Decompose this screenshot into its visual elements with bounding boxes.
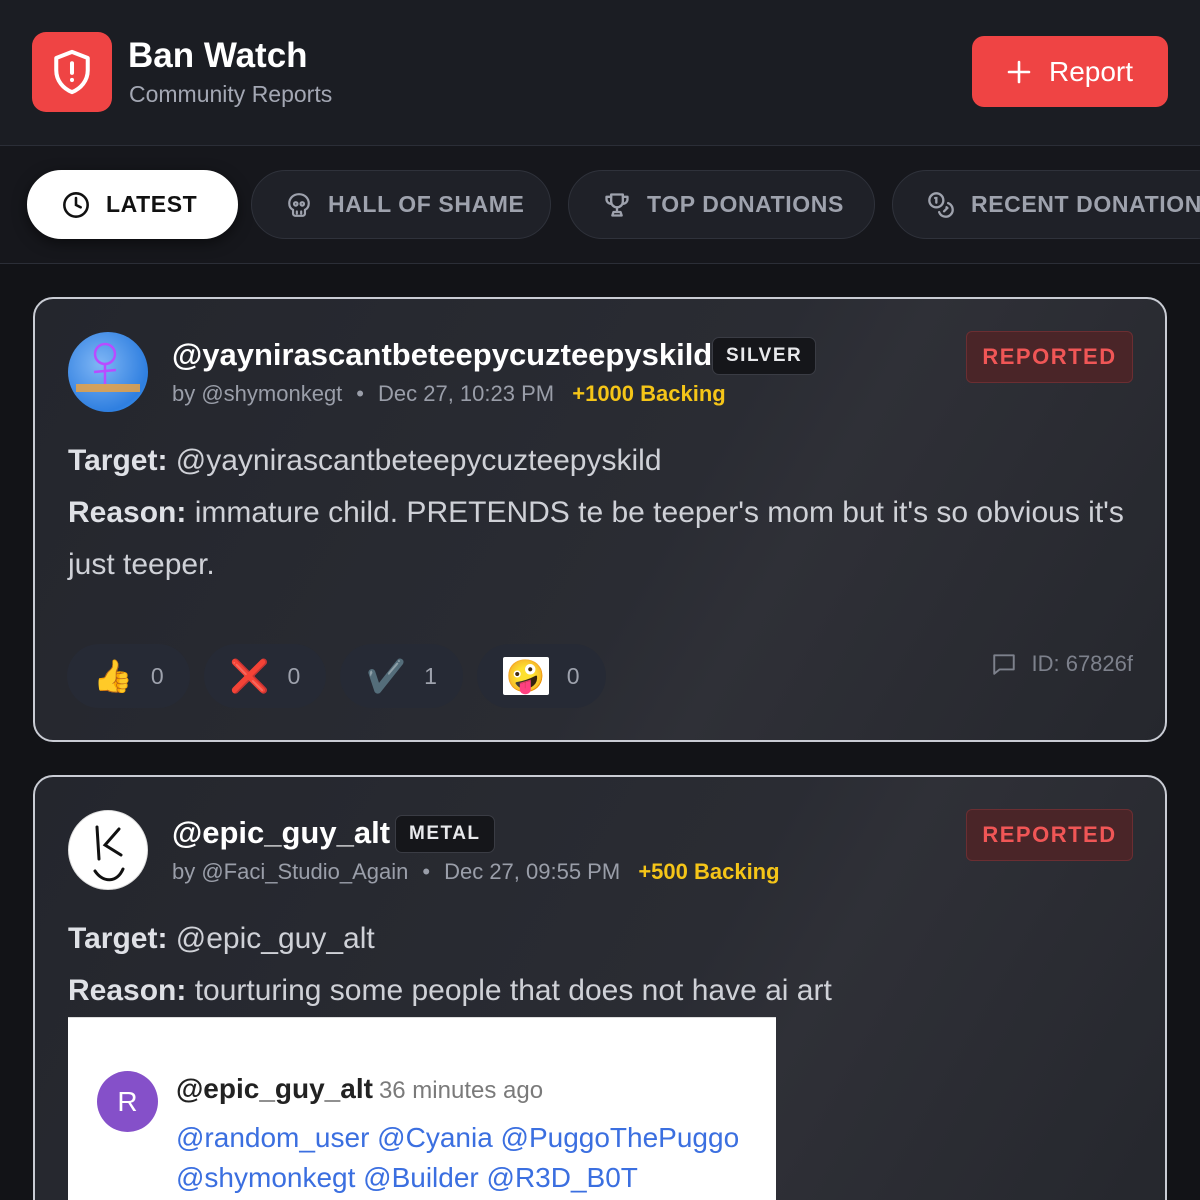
- screenshot-username: @epic_guy_alt 36 minutes ago: [176, 1073, 543, 1105]
- target-label: Target:: [68, 444, 168, 477]
- tab-label: LATEST: [106, 191, 198, 217]
- shield-alert-icon: [32, 32, 112, 112]
- coins-icon: [928, 191, 954, 218]
- tab-label: HALL OF SHAME: [328, 191, 525, 217]
- report-id: ID: 67826f: [991, 651, 1133, 677]
- reaction-custom[interactable]: 🤪 0: [476, 644, 606, 708]
- report-date: Dec 27, 09:55 PM: [444, 859, 621, 884]
- tab-label: RECENT DONATIONS: [971, 191, 1200, 217]
- target-value: @yaynirascantbeteepycuzteepyskild: [175, 444, 662, 477]
- reporter[interactable]: by @shymonkegt: [172, 381, 342, 406]
- app-subtitle: Community Reports: [129, 81, 333, 107]
- app-header: Ban Watch Community Reports Report: [0, 0, 1200, 146]
- screenshot-time: 36 minutes ago: [378, 1077, 544, 1104]
- report-date: Dec 27, 10:23 PM: [378, 381, 555, 406]
- reaction-thumbs-up[interactable]: 👍 0: [67, 644, 190, 708]
- report-card[interactable]: @yaynirascantbeteepycuzteepyskild SILVER…: [33, 297, 1167, 742]
- reported-username[interactable]: @epic_guy_alt: [172, 815, 390, 851]
- tab-label: TOP DONATIONS: [647, 191, 844, 217]
- reason-label: Reason:: [68, 496, 187, 529]
- separator-dot: •: [356, 381, 364, 406]
- reporter[interactable]: by @Faci_Studio_Again: [172, 859, 408, 884]
- reaction-count: 0: [287, 662, 301, 689]
- separator-dot: •: [422, 859, 431, 884]
- report-card[interactable]: @epic_guy_alt METAL by @Faci_Studio_Agai…: [33, 775, 1167, 1200]
- plus-icon: [1007, 60, 1031, 83]
- reaction-count: 0: [150, 662, 164, 689]
- trophy-icon: [605, 192, 629, 217]
- report-button-label: Report: [1048, 55, 1134, 87]
- app-title: Ban Watch: [128, 36, 308, 75]
- reaction-check[interactable]: ✔️ 1: [340, 644, 463, 708]
- status-badge: REPORTED: [966, 331, 1133, 383]
- reported-username[interactable]: @yaynirascantbeteepycuzteepyskild: [172, 337, 712, 373]
- report-id-text: ID: 67826f: [1031, 651, 1133, 676]
- tab-recent-donations[interactable]: RECENT DONATIONS: [892, 170, 1200, 239]
- check-mark-icon: ✔️: [366, 658, 407, 694]
- report-target: Target: @yaynirascantbeteepycuzteepyskil…: [68, 435, 662, 487]
- evidence-screenshot[interactable]: R @epic_guy_alt 36 minutes ago @random_us…: [68, 1017, 776, 1200]
- tab-bar: LATEST HALL OF SHAME TOP DONATIONS RECEN…: [0, 146, 1200, 264]
- target-label: Target:: [68, 922, 168, 955]
- tier-badge: SILVER: [712, 337, 817, 375]
- report-reason: Reason: tourturing some people that does…: [68, 965, 1148, 1017]
- skull-icon: [288, 192, 310, 217]
- tab-hall-of-shame[interactable]: HALL OF SHAME: [251, 170, 551, 239]
- backing-amount: +500 Backing: [638, 859, 780, 884]
- reaction-cross[interactable]: ❌ 0: [203, 644, 327, 708]
- tab-latest[interactable]: LATEST: [27, 170, 238, 239]
- screenshot-user: @epic_guy_alt: [176, 1073, 373, 1104]
- cross-mark-icon: ❌: [229, 658, 270, 694]
- avatar: R: [97, 1071, 158, 1132]
- report-reason: Reason: immature child. PRETENDS te be t…: [68, 487, 1148, 591]
- custom-emoji-icon: 🤪: [502, 657, 549, 695]
- clock-icon: [63, 191, 89, 218]
- reaction-count: 1: [424, 662, 437, 689]
- report-meta: by @shymonkegt • Dec 27, 10:23 PM +1000 Ba…: [172, 381, 726, 407]
- report-meta: by @Faci_Studio_Again • Dec 27, 09:55 PM +…: [172, 859, 780, 885]
- reason-value: immature child. PRETENDS te be teeper's …: [68, 496, 1124, 581]
- target-value: @epic_guy_alt: [175, 922, 375, 955]
- reaction-count: 0: [566, 662, 580, 689]
- avatar[interactable]: [68, 332, 148, 412]
- report-button[interactable]: Report: [972, 36, 1168, 107]
- backing-amount: +1000 Backing: [572, 381, 726, 406]
- reason-value: tourturing some people that does not hav…: [194, 974, 832, 1007]
- tab-top-donations[interactable]: TOP DONATIONS: [568, 170, 875, 239]
- thumbs-up-icon: 👍: [93, 658, 133, 694]
- avatar[interactable]: [68, 810, 148, 890]
- screenshot-mentions: @random_user @Cyania @PuggoThePuggo @shy…: [176, 1122, 740, 1193]
- status-badge: REPORTED: [966, 809, 1133, 861]
- reason-label: Reason:: [68, 974, 187, 1007]
- reaction-bar: 👍 0 ❌ 0 ✔️ 1 🤪 0: [67, 644, 606, 708]
- report-target: Target: @epic_guy_alt: [68, 913, 375, 965]
- tier-badge: METAL: [395, 815, 495, 853]
- comment-icon: [993, 654, 1016, 675]
